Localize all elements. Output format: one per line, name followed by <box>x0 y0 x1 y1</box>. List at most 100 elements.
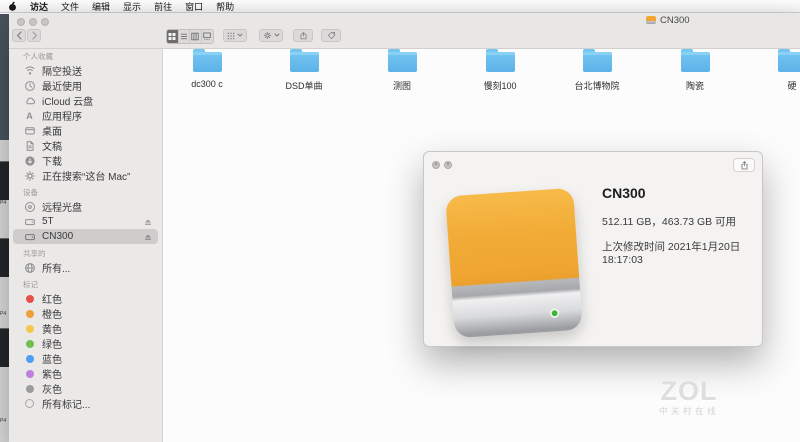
window-title-text: CN300 <box>660 14 690 26</box>
screen: 访达 文件 编辑 显示 前往 窗口 帮助 P4 P4 P4 CN300 个人收藏… <box>0 0 800 442</box>
eject-button[interactable] <box>143 217 153 227</box>
tag-dot-orange-icon <box>25 309 34 318</box>
sidebar-item-recents[interactable]: 最近使用 <box>9 78 162 93</box>
menu-item-edit[interactable]: 编辑 <box>92 0 110 13</box>
external-drive-large-icon <box>445 187 583 339</box>
folder-icon <box>582 49 612 72</box>
drive-mini-icon <box>646 16 656 24</box>
window-titlebar: CN300 <box>9 13 800 49</box>
grid-view-icon <box>168 33 176 40</box>
applications-icon: A <box>26 110 33 121</box>
folder-item[interactable]: 陶瓷 <box>653 49 737 92</box>
gallery-view-button[interactable] <box>201 30 213 43</box>
sidebar-item-tag-orange[interactable]: 橙色 <box>9 306 162 321</box>
folder-item[interactable]: 台北博物院 <box>555 49 639 92</box>
sidebar-header-devices: 设备 <box>23 188 38 197</box>
icon-view-button[interactable] <box>167 30 179 43</box>
external-drive-icon <box>23 216 36 228</box>
sidebar-item-tag-red[interactable]: 红色 <box>9 291 162 306</box>
desktop-file-label: P4 <box>0 311 7 317</box>
menu-item-file[interactable]: 文件 <box>61 0 79 13</box>
window-title: CN300 <box>646 14 690 26</box>
sidebar-item-desktop[interactable]: 桌面 <box>9 123 162 138</box>
folder-icon <box>387 49 417 72</box>
column-view-button[interactable] <box>190 30 202 43</box>
downloads-icon <box>23 155 36 167</box>
group-grid-icon <box>227 32 235 39</box>
tag-icon <box>327 31 335 40</box>
folder-item[interactable]: dc300 c <box>165 49 249 89</box>
disk-info-window: × × CN300 512.11 GB，463.73 GB 可用 上次修改时间 … <box>423 151 763 347</box>
folder-icon <box>485 49 515 72</box>
forward-button[interactable] <box>27 29 41 42</box>
optical-disc-icon <box>23 201 36 213</box>
minimize-button[interactable] <box>29 18 37 26</box>
external-drive-icon <box>23 231 36 243</box>
apple-menu-icon[interactable] <box>8 1 17 12</box>
action-menu-button[interactable] <box>259 29 283 42</box>
disk-info-text: CN300 512.11 GB，463.73 GB 可用 上次修改时间 2021… <box>602 185 762 266</box>
zoom-button[interactable] <box>41 18 49 26</box>
chevron-right-icon <box>31 31 37 40</box>
share-icon <box>300 31 306 39</box>
sidebar-item-tag-purple[interactable]: 紫色 <box>9 366 162 381</box>
close-button[interactable] <box>17 18 25 26</box>
watermark-caption: 中关村在线 <box>658 406 719 416</box>
sidebar-item-remote-disc[interactable]: 远程光盘 <box>9 199 162 214</box>
folder-item[interactable]: 硬 <box>750 49 800 92</box>
sidebar-item-searching-this-mac[interactable]: 正在搜索“这台 Mac” <box>9 168 162 183</box>
sidebar-item-documents[interactable]: 文稿 <box>9 138 162 153</box>
info-share-button[interactable] <box>733 158 755 172</box>
group-by-button[interactable] <box>223 29 247 42</box>
folder-item[interactable]: 测图 <box>360 49 444 92</box>
sidebar-item-icloud[interactable]: iCloud 云盘 <box>9 93 162 108</box>
folder-item[interactable]: DSD单曲 <box>262 49 346 92</box>
column-view-icon <box>191 32 200 41</box>
folder-icon <box>289 49 319 72</box>
disk-capacity: 512.11 GB，463.73 GB 可用 <box>602 216 737 228</box>
sidebar-item-downloads[interactable]: 下载 <box>9 153 162 168</box>
menu-item-help[interactable]: 帮助 <box>216 0 234 13</box>
disk-modified-date: 上次修改时间 2021年1月20日 18:17:03 <box>602 241 741 266</box>
sidebar-item-tag-green[interactable]: 绿色 <box>9 336 162 351</box>
sidebar-item-cn300[interactable]: CN300 <box>13 229 158 244</box>
tag-dot-blue-icon <box>25 354 34 363</box>
folder-icon <box>680 49 710 72</box>
gear-icon <box>263 31 271 40</box>
folder-item[interactable]: 慢刻100 <box>458 49 542 92</box>
eject-button[interactable] <box>143 232 153 242</box>
chevron-left-icon <box>16 31 22 40</box>
menu-bar: 访达 文件 编辑 显示 前往 窗口 帮助 <box>0 0 800 13</box>
desktop-icon <box>23 125 36 137</box>
disk-name: CN300 <box>602 185 646 201</box>
share-icon <box>741 160 747 169</box>
menu-item-go[interactable]: 前往 <box>154 0 172 13</box>
info-close-button[interactable]: × <box>432 161 440 169</box>
sidebar-item-tag-gray[interactable]: 灰色 <box>9 381 162 396</box>
info-zoom-button[interactable]: × <box>444 161 452 169</box>
tags-button[interactable] <box>321 29 341 42</box>
sidebar-item-5t[interactable]: 5T <box>9 214 162 229</box>
menu-item-window[interactable]: 窗口 <box>185 0 203 13</box>
documents-icon <box>23 140 36 152</box>
desktop-file-thumbnail <box>0 161 9 200</box>
sidebar-item-all-tags[interactable]: 所有标记... <box>9 396 162 411</box>
menu-item-view[interactable]: 显示 <box>123 0 141 13</box>
sidebar-item-applications[interactable]: A 应用程序 <box>9 108 162 124</box>
tag-dot-yellow-icon <box>25 324 34 333</box>
share-button[interactable] <box>293 29 313 42</box>
menu-item-finder[interactable]: 访达 <box>30 0 48 13</box>
sidebar-item-all-shared[interactable]: 所有... <box>9 260 162 275</box>
desktop-file-label: P4 <box>0 418 7 424</box>
desktop-background-strip: P4 P4 P4 <box>0 14 9 442</box>
sidebar-item-tag-blue[interactable]: 蓝色 <box>9 351 162 366</box>
desktop-file-label: P4 <box>0 200 7 206</box>
sidebar-item-airdrop[interactable]: 隔空投送 <box>9 63 162 78</box>
smart-search-gear-icon <box>23 170 36 182</box>
back-button[interactable] <box>12 29 26 42</box>
sidebar-item-tag-yellow[interactable]: 黄色 <box>9 321 162 336</box>
list-view-button[interactable] <box>178 30 190 43</box>
cloud-icon <box>23 95 36 107</box>
sidebar-header-shared: 共享的 <box>23 249 46 258</box>
tag-dot-gray-icon <box>25 384 34 393</box>
